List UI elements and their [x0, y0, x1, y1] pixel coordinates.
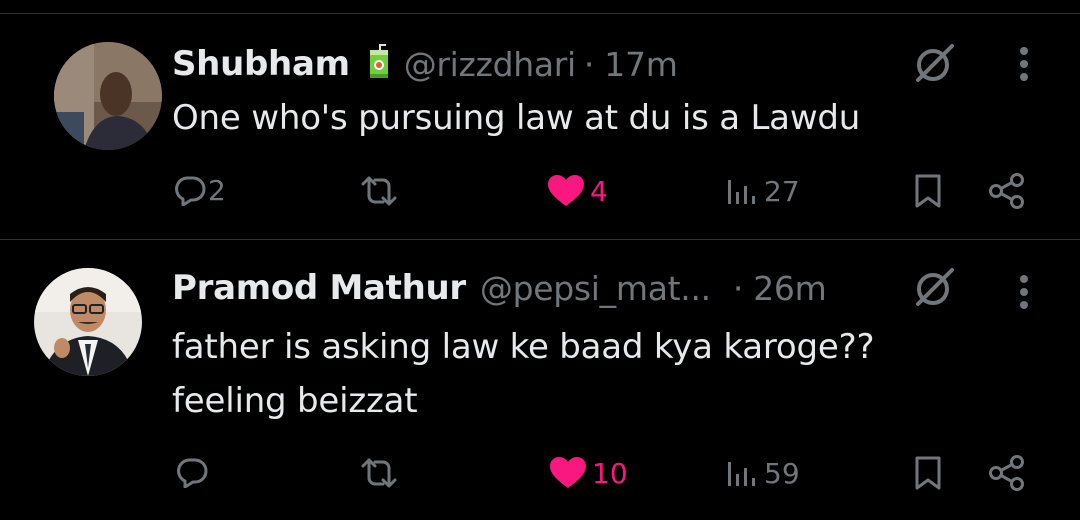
juice-box-icon	[368, 44, 390, 84]
more-options-icon[interactable]	[1014, 42, 1034, 86]
reply-button[interactable]	[176, 452, 208, 492]
bookmark-icon	[912, 173, 944, 209]
tweet-header: Pramod Mathur @pepsi_mat... · 26m	[172, 264, 827, 312]
like-count: 10	[592, 456, 628, 490]
retweet-icon	[357, 456, 401, 490]
views-button[interactable]: 27	[726, 172, 800, 210]
mute-icon[interactable]	[912, 266, 956, 310]
retweet-button[interactable]	[357, 454, 401, 492]
tweet-text-line: father is asking law ke baad kya karoge?…	[172, 327, 875, 367]
timestamp[interactable]: · 26m	[733, 269, 827, 308]
tweet-2[interactable]: Pramod Mathur @pepsi_mat... · 26m father…	[0, 240, 1080, 520]
like-count: 4	[590, 174, 608, 208]
heart-filled-icon	[548, 175, 584, 207]
tweet-text: father is asking law ke baad kya karoge?…	[172, 320, 875, 428]
share-icon	[988, 173, 1026, 209]
tweet-1[interactable]: Shubham @rizzdhari · 17m One who's pursu…	[0, 0, 1080, 239]
like-button[interactable]: 4	[548, 172, 608, 210]
retweet-icon	[357, 174, 401, 208]
reply-thread: Shubham @rizzdhari · 17m One who's pursu…	[0, 0, 1080, 520]
reply-button[interactable]: 2	[174, 170, 226, 210]
retweet-button[interactable]	[357, 172, 401, 210]
reply-icon	[174, 174, 206, 206]
avatar[interactable]	[34, 268, 142, 376]
share-button[interactable]	[988, 172, 1026, 210]
tweet-header: Shubham @rizzdhari · 17m	[172, 40, 678, 88]
tweet-text-line: feeling beizzat	[172, 381, 418, 421]
mute-icon[interactable]	[912, 42, 956, 86]
bookmark-button[interactable]	[912, 172, 944, 210]
heart-filled-icon	[550, 457, 586, 489]
timestamp[interactable]: · 17m	[584, 45, 678, 84]
tweet-text: One who's pursuing law at du is a Lawdu	[172, 92, 860, 144]
bookmark-icon	[912, 455, 944, 491]
views-icon	[726, 176, 760, 206]
views-icon	[726, 458, 760, 488]
reply-icon	[176, 456, 208, 488]
bookmark-button[interactable]	[912, 454, 944, 492]
views-count: 59	[764, 456, 800, 490]
handle[interactable]: @pepsi_mat...	[480, 269, 711, 308]
display-name[interactable]: Shubham	[172, 44, 350, 84]
views-count: 27	[764, 174, 800, 208]
share-icon	[988, 455, 1026, 491]
avatar[interactable]	[54, 42, 162, 150]
views-button[interactable]: 59	[726, 454, 800, 492]
tweet-text-line: One who's pursuing law at du is a Lawdu	[172, 98, 861, 138]
reply-count: 2	[208, 173, 226, 207]
share-button[interactable]	[988, 454, 1026, 492]
handle[interactable]: @rizzdhari	[404, 45, 577, 84]
more-options-icon[interactable]	[1014, 270, 1034, 314]
display-name[interactable]: Pramod Mathur	[172, 268, 466, 308]
like-button[interactable]: 10	[550, 454, 628, 492]
